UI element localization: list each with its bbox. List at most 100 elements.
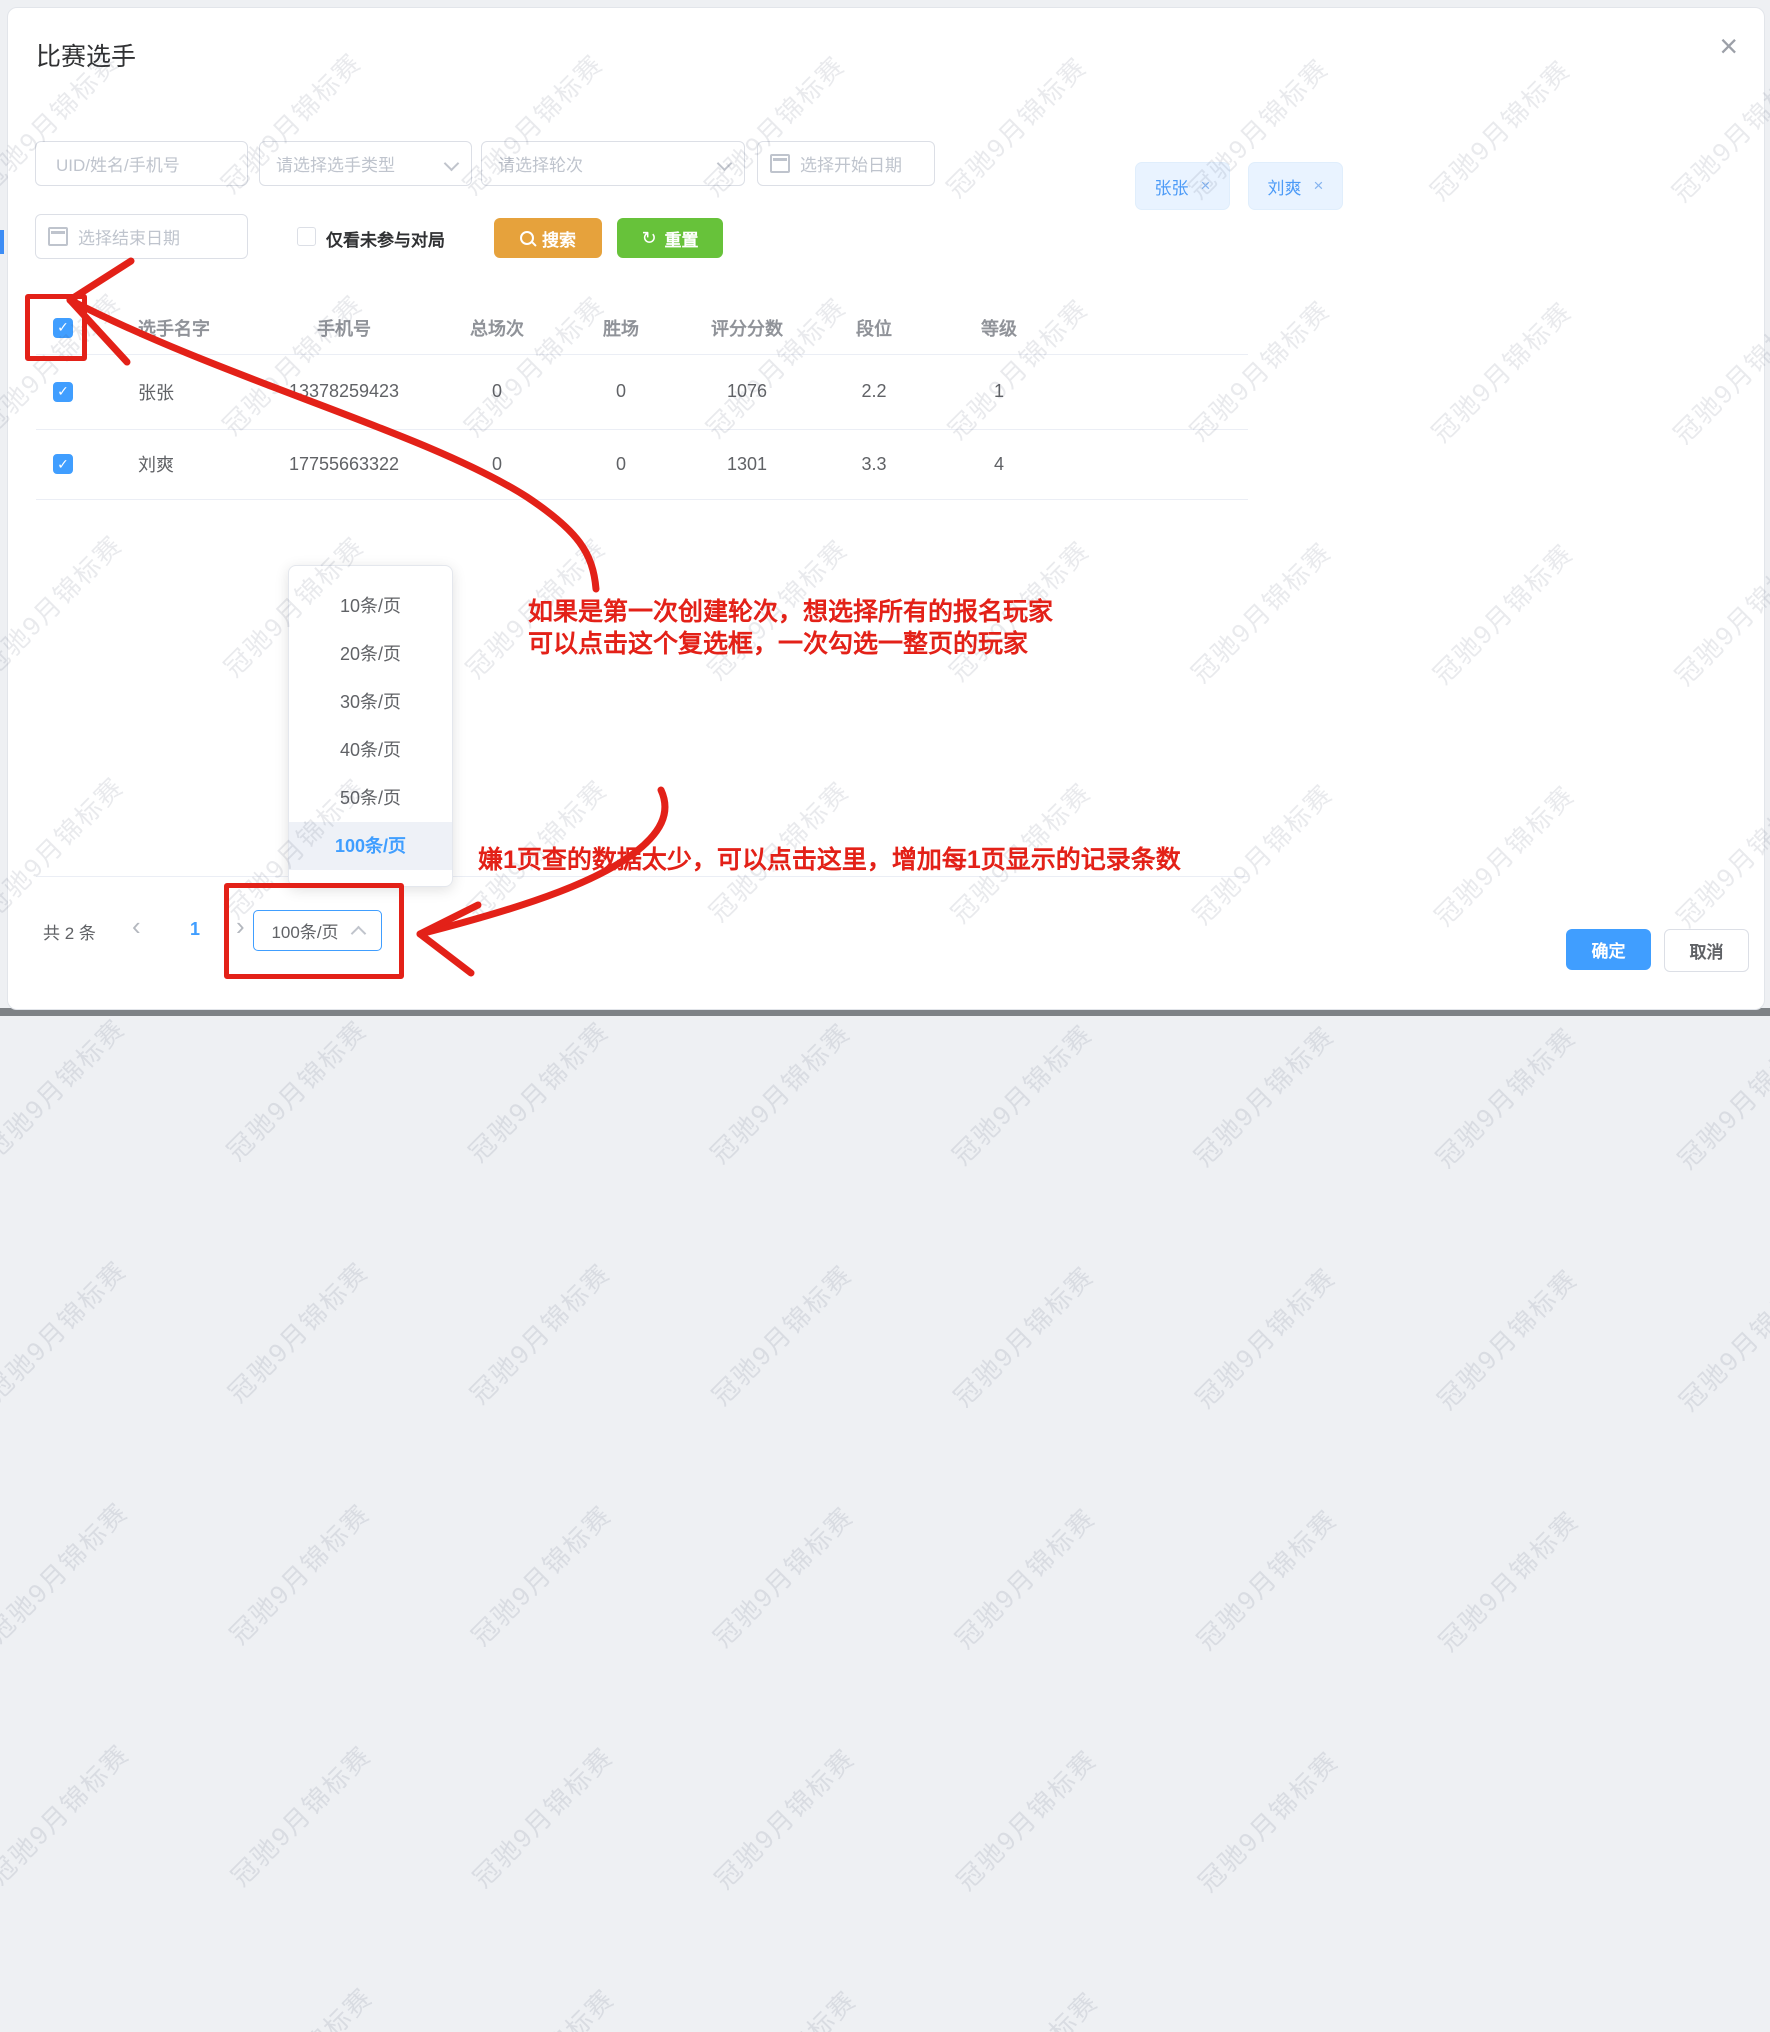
tag-label: 张张 <box>1155 174 1189 199</box>
confirm-button[interactable]: 确定 <box>1566 929 1651 970</box>
search-button-label: 搜索 <box>542 226 576 251</box>
watermark-text: 冠驰9月锦标赛 <box>459 1013 616 1170</box>
table-row[interactable]: ✓ 张张 13378259423 0 0 1076 2.2 1 <box>36 354 1248 429</box>
cell-level: 4 <box>949 454 1049 475</box>
table-bottom-border <box>36 876 1248 877</box>
row-checkbox[interactable]: ✓ <box>53 382 73 402</box>
cell-phone: 17755663322 <box>244 454 444 475</box>
watermark-text: 冠驰9月锦标赛 <box>464 1738 621 1895</box>
watermark-text: 冠驰9月锦标赛 <box>461 1254 618 1411</box>
cell-phone: 13378259423 <box>244 381 444 402</box>
page-size-option[interactable]: 30条/页 <box>289 678 452 726</box>
watermark-text: 冠驰9月锦标赛 <box>0 1735 137 1892</box>
watermark-text: 冠驰9月锦标赛 <box>1189 1742 1346 1899</box>
column-header: 段位 <box>814 315 934 341</box>
watermark-text: 冠驰9月锦标赛 <box>1668 1020 1770 1177</box>
cell-total-games: 0 <box>447 454 547 475</box>
watermark-text: 冠驰9月锦标赛 <box>943 1015 1100 1172</box>
round-select[interactable]: 请选择轮次 <box>481 141 745 186</box>
search-button[interactable]: 搜索 <box>494 218 602 258</box>
watermark-text: 冠驰9月锦标赛 <box>217 1011 374 1168</box>
start-date-placeholder: 选择开始日期 <box>800 151 902 176</box>
close-icon[interactable]: × <box>1719 30 1738 62</box>
watermark-text: 冠驰9月锦标赛 <box>223 1978 380 2032</box>
watermark-text: 冠驰9月锦标赛 <box>947 1741 1104 1898</box>
watermark-text: 冠驰9月锦标赛 <box>703 1256 860 1413</box>
cell-dan: 2.2 <box>814 381 934 402</box>
watermark-text: 冠驰9月锦标赛 <box>701 1014 858 1171</box>
only-unplayed-checkbox[interactable] <box>297 227 316 246</box>
cell-dan: 3.3 <box>814 454 934 475</box>
round-placeholder: 请选择轮次 <box>498 151 583 176</box>
page-size-option[interactable]: 10条/页 <box>289 582 452 630</box>
chevron-up-icon <box>350 926 366 942</box>
players-modal: 比赛选手 × UID/姓名/手机号 请选择选手类型 请选择轮次 选择开始日期 选… <box>7 7 1765 1010</box>
cell-wins: 0 <box>571 381 671 402</box>
watermark-text: 冠驰9月锦标赛 <box>220 1495 377 1652</box>
page-size-dropdown-panel: 10条/页 20条/页 30条/页 40条/页 50条/页 100条/页 <box>288 565 453 887</box>
column-header: 评分分数 <box>677 315 817 341</box>
cancel-button[interactable]: 取消 <box>1664 929 1749 972</box>
prev-page-icon[interactable]: ‹ <box>132 913 141 939</box>
reset-button-label: 重置 <box>665 226 699 251</box>
next-page-icon[interactable]: › <box>236 913 245 939</box>
tag-close-icon[interactable]: × <box>1314 176 1324 196</box>
watermark-text: 冠驰9月锦标赛 <box>944 1257 1101 1414</box>
row-checkbox[interactable]: ✓ <box>53 454 73 474</box>
pagination-total: 共 2 条 <box>43 919 96 944</box>
watermark-text: 冠驰9月锦标赛 <box>1427 1018 1584 1175</box>
end-date-picker[interactable]: 选择结束日期 <box>35 214 248 259</box>
chevron-down-icon <box>717 156 733 172</box>
watermark-text: 冠驰9月锦标赛 <box>1429 1502 1586 1659</box>
selected-tag: 张张 × <box>1135 162 1230 210</box>
search-icon <box>520 231 534 245</box>
table-divider <box>36 499 1248 500</box>
table-header-row: ✓ 选手名字 手机号 总场次 胜场 评分分数 段位 等级 <box>36 301 1248 354</box>
selected-tag: 刘爽 × <box>1248 162 1343 210</box>
cell-wins: 0 <box>571 454 671 475</box>
cell-score: 1076 <box>677 381 817 402</box>
tag-close-icon[interactable]: × <box>1201 176 1211 196</box>
player-type-placeholder: 请选择选手类型 <box>276 151 395 176</box>
page-size-option-selected[interactable]: 100条/页 <box>289 822 452 870</box>
watermark-text: 冠驰9月锦标赛 <box>1428 1260 1585 1417</box>
cell-level: 1 <box>949 381 1049 402</box>
page-size-option[interactable]: 40条/页 <box>289 726 452 774</box>
page-size-option[interactable]: 20条/页 <box>289 630 452 678</box>
watermark-text: 冠驰9月锦标赛 <box>0 1252 134 1409</box>
page-size-value: 100条/页 <box>271 918 338 943</box>
watermark-text: 冠驰9月锦标赛 <box>707 1981 864 2032</box>
page-number[interactable]: 1 <box>190 919 200 940</box>
start-date-picker[interactable]: 选择开始日期 <box>757 141 935 186</box>
column-header: 等级 <box>949 315 1049 341</box>
page-size-select[interactable]: 100条/页 <box>253 910 382 951</box>
refresh-icon: ↻ <box>641 229 656 247</box>
watermark-text: 冠驰9月锦标赛 <box>1670 1261 1770 1418</box>
watermark-text: 冠驰9月锦标赛 <box>949 1983 1106 2032</box>
watermark-text: 冠驰9月锦标赛 <box>222 1737 379 1894</box>
watermark-text: 冠驰9月锦标赛 <box>465 1980 622 2032</box>
only-unplayed-label: 仅看未参与对局 <box>326 226 445 251</box>
watermark-text: 冠驰9月锦标赛 <box>462 1496 619 1653</box>
player-type-select[interactable]: 请选择选手类型 <box>259 141 472 186</box>
end-date-placeholder: 选择结束日期 <box>78 224 180 249</box>
calendar-icon <box>770 154 790 173</box>
cancel-button-label: 取消 <box>1690 938 1724 963</box>
watermark-text: 冠驰9月锦标赛 <box>705 1739 862 1896</box>
select-all-checkbox[interactable]: ✓ <box>53 318 73 338</box>
watermark-text: 冠驰9月锦标赛 <box>0 1493 135 1650</box>
page-left-accent <box>0 230 4 254</box>
keyword-placeholder: UID/姓名/手机号 <box>56 151 180 176</box>
watermark-text: 冠驰9月锦标赛 <box>0 1010 132 1167</box>
watermark-text: 冠驰9月锦标赛 <box>1188 1500 1345 1657</box>
cell-total-games: 0 <box>447 381 547 402</box>
tag-label: 刘爽 <box>1268 174 1302 199</box>
modal-title: 比赛选手 <box>36 37 136 73</box>
keyword-input[interactable]: UID/姓名/手机号 <box>35 141 248 186</box>
calendar-icon <box>48 227 68 246</box>
watermark-text: 冠驰9月锦标赛 <box>219 1253 376 1410</box>
table-row[interactable]: ✓ 刘爽 17755663322 0 0 1301 3.3 4 <box>36 429 1248 499</box>
watermark-text: 冠驰9月锦标赛 <box>946 1499 1103 1656</box>
page-size-option[interactable]: 50条/页 <box>289 774 452 822</box>
reset-button[interactable]: ↻ 重置 <box>617 218 723 258</box>
